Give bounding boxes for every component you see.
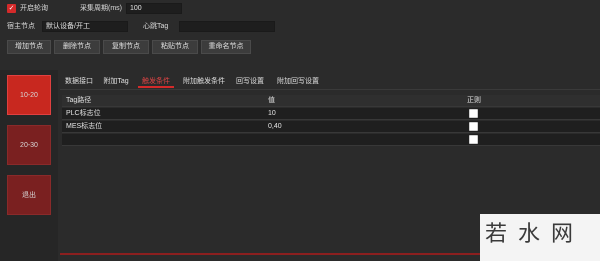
regex-checkbox[interactable]	[469, 122, 478, 131]
enable-polling-label: 开启轮询	[20, 5, 48, 12]
watermark-text: 若 水 网	[485, 222, 575, 247]
sidebar-item-10-20[interactable]: 10-20	[7, 75, 51, 115]
rename-node-button[interactable]: 重命名节点	[201, 40, 251, 54]
regex-checkbox[interactable]	[469, 109, 478, 118]
tab-divider	[60, 89, 600, 90]
tag-path-cell[interactable]: MES标志位	[66, 121, 102, 133]
interval-input[interactable]: 100	[126, 3, 182, 14]
parent-node-input[interactable]: 默认设备/开工	[42, 21, 128, 32]
interval-label: 采集周期(ms)	[80, 5, 122, 12]
header-regex: 正则	[467, 97, 481, 104]
header-tag-path: Tag路径	[66, 97, 92, 104]
paste-node-button[interactable]: 粘贴节点	[152, 40, 198, 54]
tag-path-cell[interactable]: PLC标志位	[66, 108, 101, 120]
header-value: 值	[268, 97, 275, 104]
table-row[interactable]	[62, 134, 600, 146]
heartbeat-tag-input[interactable]	[179, 21, 275, 32]
parent-node-label: 宿主节点	[7, 23, 35, 30]
copy-node-button[interactable]: 复制节点	[103, 40, 149, 54]
delete-node-button[interactable]: 删除节点	[54, 40, 100, 54]
tab-extra-tag[interactable]: 附加Tag	[100, 76, 132, 88]
sidebar-item-20-30[interactable]: 20-30	[7, 125, 51, 165]
value-cell[interactable]: 0,40	[268, 121, 282, 133]
tab-data-interface[interactable]: 数据接口	[64, 76, 94, 88]
table-header: Tag路径 值 正则	[62, 95, 600, 107]
tab-trigger-condition[interactable]: 触发条件	[138, 76, 174, 88]
bottom-accent-line	[60, 253, 480, 255]
value-cell[interactable]: 10	[268, 108, 276, 120]
table-row[interactable]: MES标志位 0,40	[62, 121, 600, 133]
add-node-button[interactable]: 增加节点	[7, 40, 51, 54]
tab-writeback-settings[interactable]: 回写设置	[234, 76, 266, 88]
enable-polling-checkbox[interactable]: ✓	[7, 4, 16, 13]
table-row[interactable]: PLC标志位 10	[62, 108, 600, 120]
heartbeat-tag-label: 心跳Tag	[143, 23, 169, 30]
tab-extra-writeback[interactable]: 附加回写设置	[272, 76, 324, 88]
tab-extra-trigger[interactable]: 附加触发条件	[178, 76, 230, 88]
tab-bar: 数据接口 附加Tag 触发条件 附加触发条件 回写设置 附加回写设置	[60, 76, 600, 88]
regex-checkbox[interactable]	[469, 135, 478, 144]
sidebar-item-exit[interactable]: 退出	[7, 175, 51, 215]
